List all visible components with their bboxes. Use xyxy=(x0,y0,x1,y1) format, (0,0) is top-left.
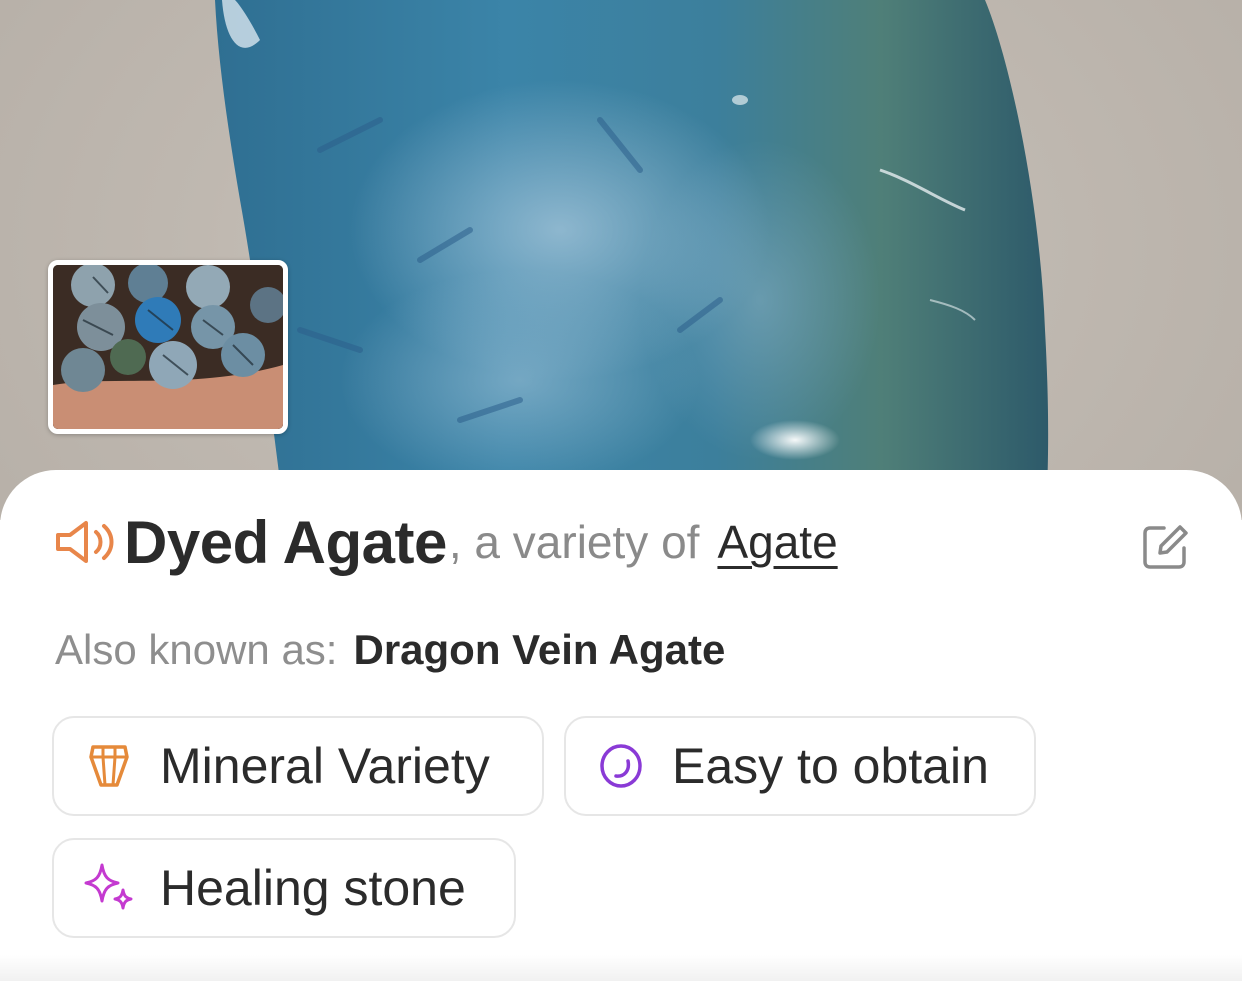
edit-icon xyxy=(1143,525,1188,569)
bottom-shadow xyxy=(0,955,1242,981)
crystal-icon xyxy=(84,741,134,791)
chip-label: Easy to obtain xyxy=(672,738,989,794)
stone-detail-screen: Dyed Agate , a variety of Agate Also kno… xyxy=(0,0,1242,981)
tag-chip-easy-to-obtain[interactable]: Easy to obtain xyxy=(564,716,1036,816)
tag-chip-mineral-variety[interactable]: Mineral Variety xyxy=(52,716,544,816)
also-known-as-row: Also known as: Dragon Vein Agate xyxy=(55,622,725,678)
tag-chip-healing-stone[interactable]: Healing stone xyxy=(52,838,516,938)
speaker-icon[interactable] xyxy=(52,512,124,572)
thumbnail-photo[interactable] xyxy=(48,260,288,434)
agate-beads-thumbnail xyxy=(53,265,283,429)
also-known-as-label: Also known as: xyxy=(55,626,338,673)
parent-species-link[interactable]: Agate xyxy=(717,515,837,569)
variety-of-text: , a variety of xyxy=(448,516,700,568)
sparkle-icon xyxy=(84,863,134,913)
also-known-as-value: Dragon Vein Agate xyxy=(353,626,726,673)
title-row: Dyed Agate , a variety of Agate xyxy=(52,502,838,582)
species-name: Dyed Agate xyxy=(124,508,447,576)
gem-ring-icon xyxy=(596,741,646,791)
chip-label: Mineral Variety xyxy=(160,738,490,794)
chip-label: Healing stone xyxy=(160,860,466,916)
edit-button[interactable] xyxy=(1140,522,1190,572)
